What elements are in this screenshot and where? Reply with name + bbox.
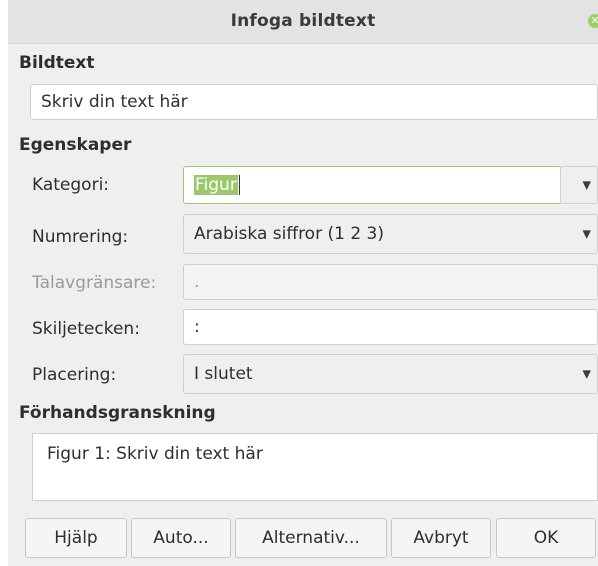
category-dropdown-button[interactable]: ▼: [560, 166, 598, 204]
caption-text-value: Skriv din text här: [41, 92, 188, 112]
category-label: Kategori:: [32, 175, 110, 195]
preview-heading: Förhandsgranskning: [19, 403, 216, 423]
position-select[interactable]: I slutet ▼: [183, 354, 598, 394]
chevron-down-icon: ▼: [582, 178, 591, 192]
preview-box: Figur 1: Skriv din text här: [32, 433, 598, 501]
separator-label: Skiljetecken:: [32, 319, 140, 339]
category-input[interactable]: Figur: [183, 166, 562, 204]
category-value: Figur: [194, 175, 238, 195]
separator-level-input: .: [183, 264, 598, 300]
position-value: I slutet: [194, 364, 253, 384]
chevron-down-icon: ▼: [582, 367, 591, 381]
auto-button[interactable]: Auto...: [131, 518, 231, 558]
window-title: Infoga bildtext: [230, 11, 376, 31]
caption-heading: Bildtext: [19, 53, 95, 73]
separator-value: :: [194, 317, 200, 337]
ok-button[interactable]: OK: [496, 518, 596, 558]
close-icon[interactable]: ✕: [588, 14, 598, 28]
position-label: Placering:: [32, 365, 117, 385]
numbering-value: Arabiska siffror (1 2 3): [194, 224, 384, 244]
caption-text-input[interactable]: Skriv din text här: [30, 84, 598, 120]
title-bar: Infoga bildtext ✕: [8, 0, 598, 44]
numbering-label: Numrering:: [32, 227, 129, 247]
preview-text: Figur 1: Skriv din text här: [47, 444, 263, 464]
separator-level-value: .: [194, 272, 200, 292]
help-button[interactable]: Hjälp: [25, 518, 127, 558]
separator-level-label: Talavgränsare:: [32, 273, 157, 293]
options-button[interactable]: Alternativ...: [235, 518, 387, 558]
chevron-down-icon: ▼: [582, 227, 591, 241]
cancel-button[interactable]: Avbryt: [391, 518, 491, 558]
separator-input[interactable]: :: [183, 309, 598, 345]
text-cursor: [238, 175, 240, 195]
numbering-select[interactable]: Arabiska siffror (1 2 3) ▼: [183, 214, 598, 254]
properties-heading: Egenskaper: [19, 135, 132, 155]
